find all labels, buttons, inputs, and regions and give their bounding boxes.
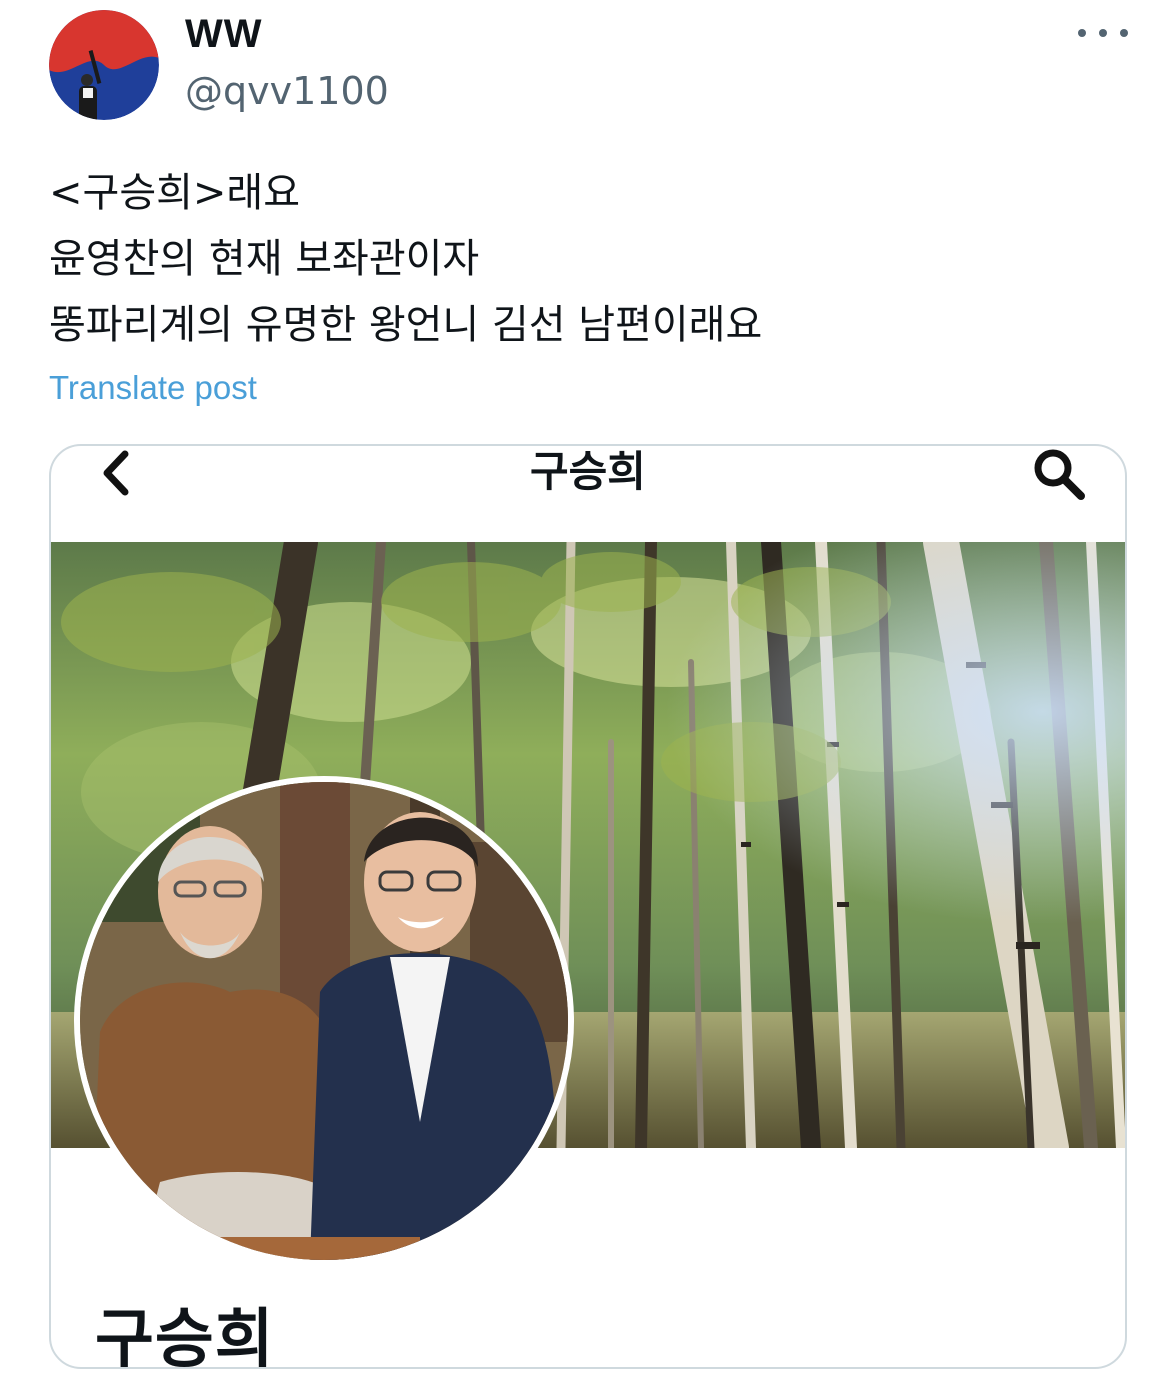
search-icon bbox=[1034, 449, 1085, 500]
more-horizontal-icon bbox=[1078, 29, 1086, 37]
tweet-media-image[interactable]: 구승희 구승희 bbox=[49, 444, 1127, 1369]
tweet-text-line: 윤영찬의 현재 보좌관이자 bbox=[49, 236, 480, 282]
tweet-text-line: <구승희>래요 bbox=[49, 170, 301, 216]
tweet-text: <구승희>래요 윤영찬의 현재 보좌관이자 똥파리계의 유명한 왕언니 김선 남… bbox=[49, 160, 1109, 358]
translate-post-link[interactable]: Translate post bbox=[49, 366, 257, 410]
embedded-app-header: 구승희 bbox=[51, 446, 1125, 542]
profile-photo bbox=[74, 776, 574, 1266]
tweet-text-line: 똥파리계의 유명한 왕언니 김선 남편이래요 bbox=[49, 302, 763, 348]
author-avatar[interactable] bbox=[49, 10, 159, 120]
author-display-name[interactable]: WW bbox=[185, 10, 263, 58]
embedded-page-title: 구승희 bbox=[530, 447, 646, 496]
profile-name: 구승희 bbox=[95, 1303, 275, 1369]
more-options-button[interactable] bbox=[1078, 18, 1128, 48]
more-horizontal-icon-dot bbox=[1120, 29, 1128, 37]
more-horizontal-icon-dot bbox=[1099, 29, 1107, 37]
author-handle[interactable]: @qvv1100 bbox=[185, 68, 389, 114]
